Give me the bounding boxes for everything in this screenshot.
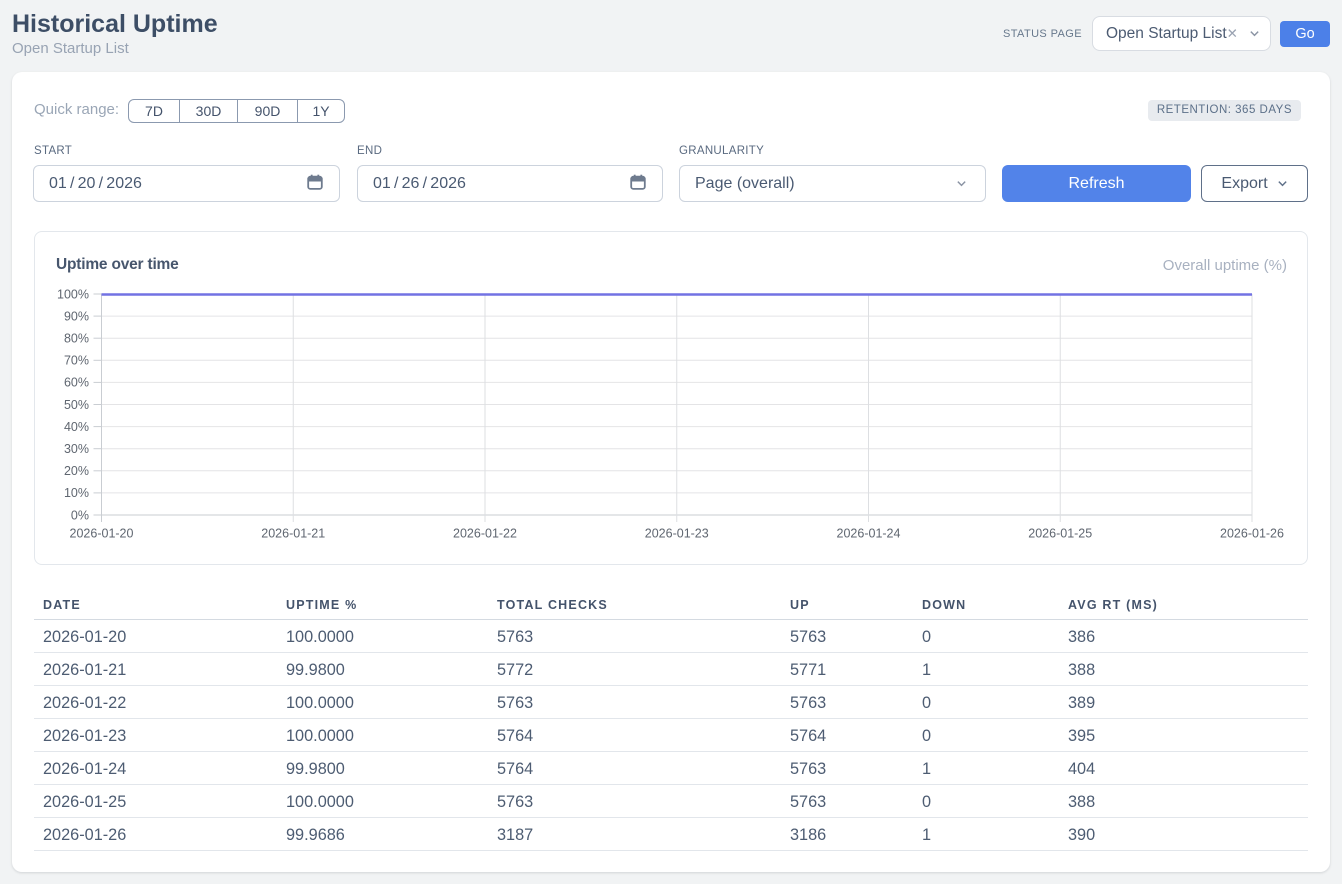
svg-text:2026-01-21: 2026-01-21	[261, 527, 325, 541]
svg-text:0%: 0%	[71, 508, 89, 522]
svg-text:50%: 50%	[64, 398, 89, 412]
svg-text:30%: 30%	[64, 442, 89, 456]
svg-text:40%: 40%	[64, 420, 89, 434]
svg-text:100%: 100%	[57, 287, 89, 301]
svg-text:60%: 60%	[64, 376, 89, 390]
svg-text:2026-01-25: 2026-01-25	[1028, 527, 1092, 541]
svg-text:2026-01-23: 2026-01-23	[645, 527, 709, 541]
svg-text:2026-01-20: 2026-01-20	[70, 527, 134, 541]
svg-text:70%: 70%	[64, 354, 89, 368]
svg-text:20%: 20%	[64, 464, 89, 478]
svg-text:90%: 90%	[64, 309, 89, 323]
svg-text:2026-01-24: 2026-01-24	[837, 527, 901, 541]
svg-text:2026-01-26: 2026-01-26	[1220, 527, 1284, 541]
svg-text:10%: 10%	[64, 486, 89, 500]
svg-text:80%: 80%	[64, 332, 89, 346]
svg-text:2026-01-22: 2026-01-22	[453, 527, 517, 541]
